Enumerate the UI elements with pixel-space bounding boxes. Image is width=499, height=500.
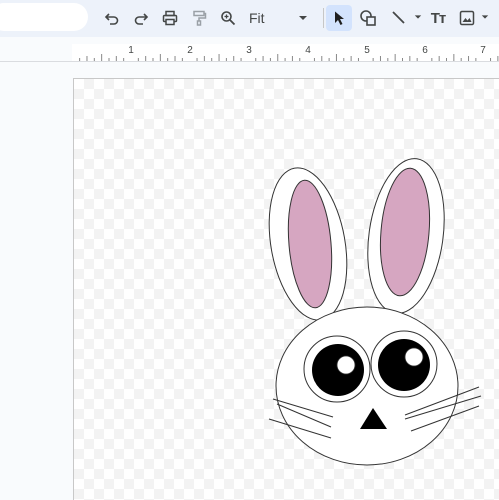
bunny-head[interactable] [275,306,459,466]
ruler-ticks [79,54,499,61]
chevron-down-icon [299,16,307,20]
left-eye-highlight[interactable] [336,355,356,375]
paint-format-icon [193,10,207,26]
shape-tool-button[interactable] [355,5,381,31]
select-cursor-icon [335,11,344,25]
redo-icon [134,13,149,25]
toolbar: Fit Tт [0,0,499,37]
shape-icon [360,10,376,26]
left-eye[interactable] [312,344,364,396]
ruler-number: 6 [422,45,428,56]
line-tool-button[interactable] [386,5,412,31]
line-dropdown-chevron-icon[interactable] [414,13,422,21]
ruler-number: 1 [128,45,134,56]
zoom-select[interactable]: Fit [244,5,314,31]
ruler-number: 7 [480,45,486,56]
right-eye[interactable] [378,339,430,391]
print-icon [162,10,178,26]
zoom-value: Fit [249,10,265,26]
bunny-drawing[interactable] [74,79,499,500]
ruler-divider [0,61,499,62]
print-button[interactable] [157,5,183,31]
image-icon [459,10,475,26]
image-button[interactable] [454,5,480,31]
ruler-number: 4 [305,45,311,56]
redo-button[interactable] [128,5,154,31]
drawing-canvas[interactable] [73,78,499,500]
ruler-number: 5 [364,45,370,56]
ruler-number: 2 [187,45,193,56]
horizontal-ruler[interactable]: 1 2 3 4 5 6 7 [72,44,499,61]
line-icon [392,11,405,24]
text-box-button[interactable]: Tт [425,5,451,31]
toolbar-divider [323,8,324,28]
zoom-button[interactable] [215,5,241,31]
zoom-icon [221,11,236,26]
image-dropdown-chevron-icon[interactable] [481,13,489,21]
text-box-icon: Tт [430,9,446,27]
select-tool-button[interactable] [326,5,352,31]
undo-button[interactable] [99,5,125,31]
ruler-number: 3 [246,45,252,56]
search-menus-input[interactable] [0,3,88,31]
right-eye-highlight[interactable] [404,347,424,367]
undo-icon [104,13,119,25]
paint-format-button[interactable] [186,5,212,31]
